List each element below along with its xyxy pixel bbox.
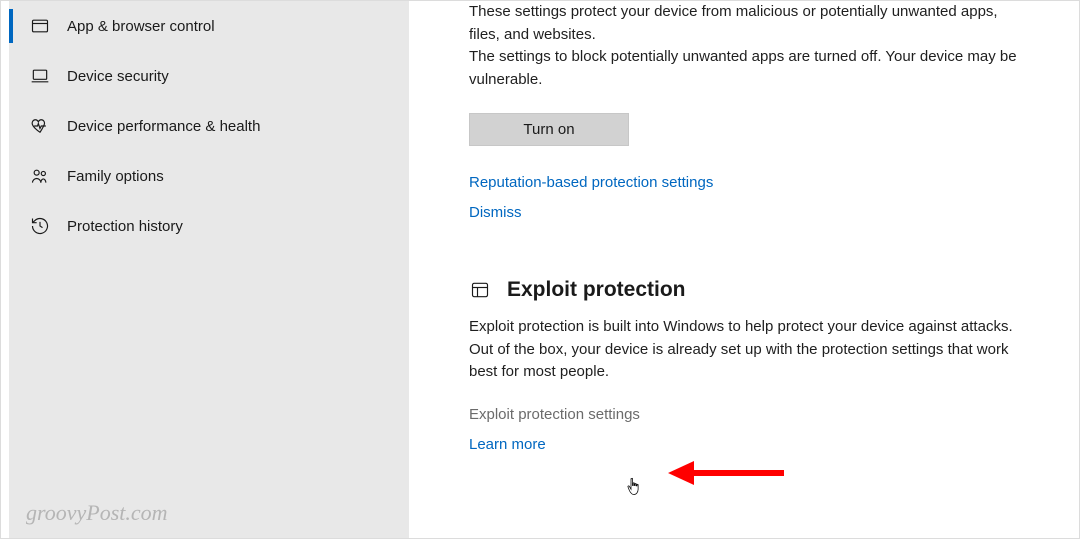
laptop-icon: [29, 65, 51, 87]
reputation-desc-line2: The settings to block potentially unwant…: [469, 46, 1019, 91]
exploit-protection-icon: [469, 279, 491, 301]
sidebar-item-device-performance-health[interactable]: Device performance & health: [9, 101, 409, 151]
sidebar-item-label: Protection history: [67, 218, 183, 235]
exploit-protection-title: Exploit protection: [507, 278, 686, 302]
sidebar-item-label: Device security: [67, 68, 169, 85]
dismiss-link[interactable]: Dismiss: [469, 204, 522, 221]
sidebar-item-family-options[interactable]: Family options: [9, 151, 409, 201]
exploit-protection-desc: Exploit protection is built into Windows…: [469, 316, 1019, 384]
history-icon: [29, 215, 51, 237]
sidebar: App & browser control Device security De…: [9, 1, 409, 538]
exploit-protection-heading: Exploit protection: [469, 278, 1019, 302]
family-icon: [29, 165, 51, 187]
sidebar-item-app-browser-control[interactable]: App & browser control: [9, 1, 409, 51]
reputation-description: These settings protect your device from …: [469, 1, 1019, 91]
sidebar-item-label: Device performance & health: [67, 118, 260, 135]
heart-pulse-icon: [29, 115, 51, 137]
main-content: These settings protect your device from …: [409, 1, 1079, 538]
reputation-desc-line1: These settings protect your device from …: [469, 1, 1019, 46]
exploit-protection-settings-link[interactable]: Exploit protection settings: [469, 406, 640, 423]
learn-more-link[interactable]: Learn more: [469, 436, 546, 453]
turn-on-button[interactable]: Turn on: [469, 113, 629, 146]
sidebar-item-label: Family options: [67, 168, 164, 185]
sidebar-item-label: App & browser control: [67, 18, 215, 35]
reputation-settings-link[interactable]: Reputation-based protection settings: [469, 174, 713, 191]
sidebar-item-protection-history[interactable]: Protection history: [9, 201, 409, 251]
window-icon: [29, 15, 51, 37]
sidebar-item-device-security[interactable]: Device security: [9, 51, 409, 101]
watermark: groovyPost.com: [26, 500, 168, 526]
